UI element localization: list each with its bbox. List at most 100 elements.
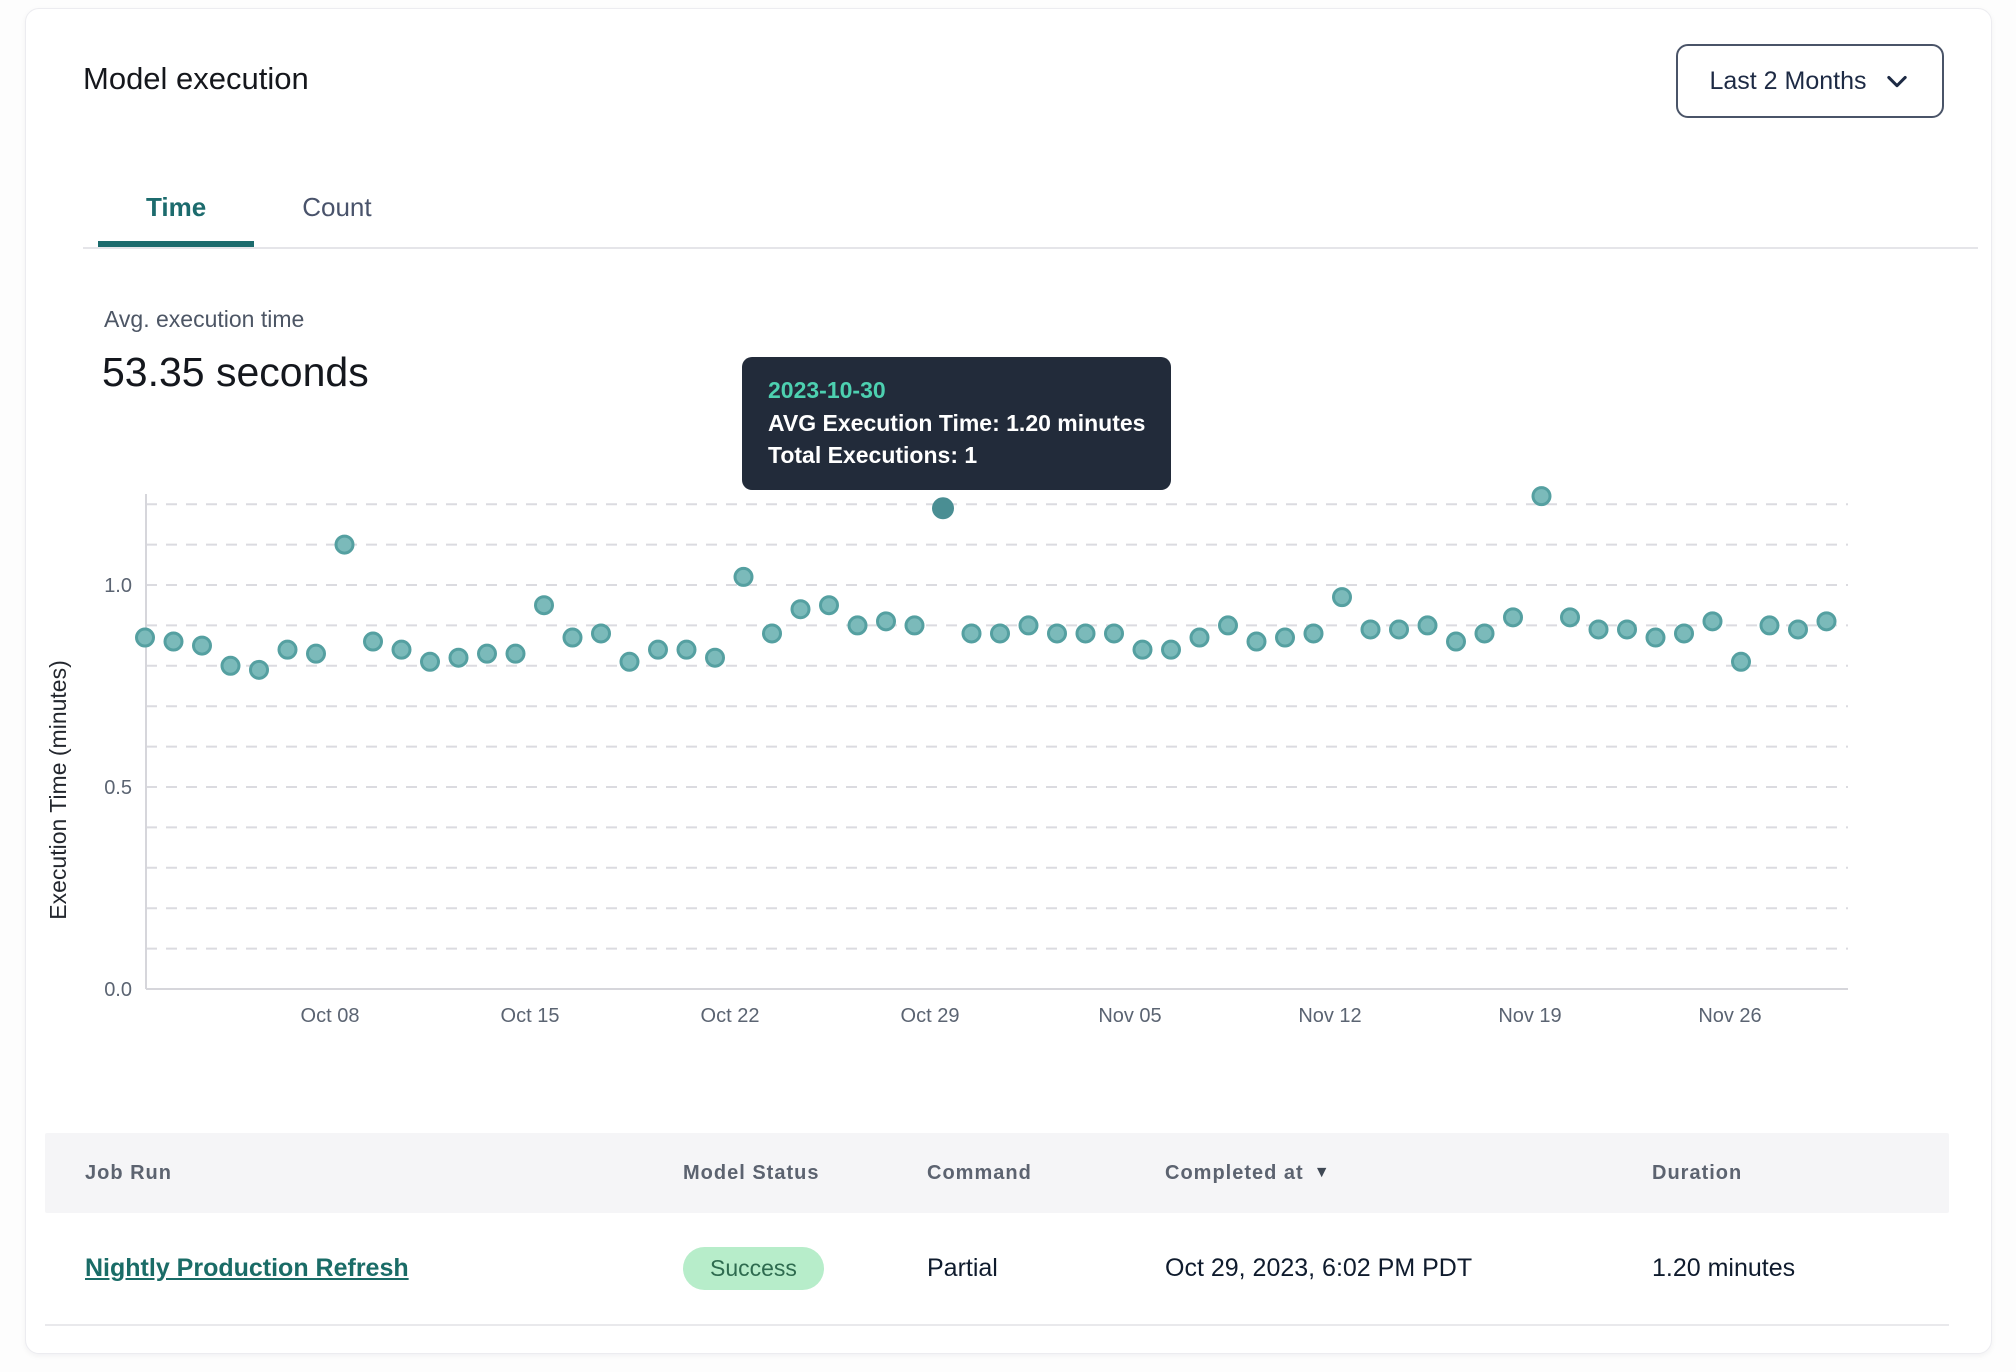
data-point[interactable] xyxy=(1049,625,1066,642)
data-point[interactable] xyxy=(593,625,610,642)
data-point[interactable] xyxy=(1533,488,1550,505)
data-point[interactable] xyxy=(764,625,781,642)
avg-execution-time-label: Avg. execution time xyxy=(104,306,304,333)
y-tick-label: 0.5 xyxy=(104,777,132,799)
data-point[interactable] xyxy=(479,645,496,662)
gridlines xyxy=(146,504,1848,948)
data-point[interactable] xyxy=(735,568,752,585)
data-point[interactable] xyxy=(1391,621,1408,638)
data-point[interactable] xyxy=(1305,625,1322,642)
axes xyxy=(146,494,1848,989)
data-point[interactable] xyxy=(536,597,553,614)
table-row: Nightly Production Refresh Success Parti… xyxy=(45,1213,1949,1326)
data-point[interactable] xyxy=(1476,625,1493,642)
data-point[interactable] xyxy=(906,617,923,634)
data-point[interactable] xyxy=(165,633,182,650)
y-axis-title: Execution Time (minutes) xyxy=(45,660,71,919)
tooltip-total-line: Total Executions: 1 xyxy=(768,439,1145,471)
date-range-dropdown[interactable]: Last 2 Months xyxy=(1676,44,1944,118)
column-header-duration[interactable]: Duration xyxy=(1652,1162,1949,1185)
data-point-selected[interactable] xyxy=(934,499,953,518)
data-point[interactable] xyxy=(963,625,980,642)
data-point[interactable] xyxy=(1334,589,1351,606)
tooltip-avg-line: AVG Execution Time: 1.20 minutes xyxy=(768,407,1145,439)
tab-count[interactable]: Count xyxy=(254,167,419,247)
command-cell: Partial xyxy=(927,1254,1165,1283)
data-point[interactable] xyxy=(1676,625,1693,642)
data-point[interactable] xyxy=(1818,613,1835,630)
data-point[interactable] xyxy=(792,601,809,618)
data-point[interactable] xyxy=(1790,621,1807,638)
column-header-command[interactable]: Command xyxy=(927,1162,1165,1185)
data-point[interactable] xyxy=(992,625,1009,642)
data-point[interactable] xyxy=(194,637,211,654)
scatter-points xyxy=(137,488,1836,679)
x-tick-label: Oct 22 xyxy=(701,1005,760,1027)
data-point[interactable] xyxy=(1647,629,1664,646)
data-point[interactable] xyxy=(1220,617,1237,634)
data-point[interactable] xyxy=(1163,641,1180,658)
data-point[interactable] xyxy=(678,641,695,658)
x-tick-label: Nov 12 xyxy=(1298,1005,1361,1027)
data-point[interactable] xyxy=(222,657,239,674)
table-header: Job Run Model Status Command Completed a… xyxy=(45,1133,1949,1213)
x-tick-label: Oct 08 xyxy=(301,1005,360,1027)
data-point[interactable] xyxy=(564,629,581,646)
column-header-job-run[interactable]: Job Run xyxy=(85,1162,683,1185)
completed-at-cell: Oct 29, 2023, 6:02 PM PDT xyxy=(1165,1254,1652,1283)
data-point[interactable] xyxy=(393,641,410,658)
data-point[interactable] xyxy=(1704,613,1721,630)
data-point[interactable] xyxy=(1761,617,1778,634)
data-point[interactable] xyxy=(1248,633,1265,650)
job-run-link[interactable]: Nightly Production Refresh xyxy=(85,1254,409,1282)
data-point[interactable] xyxy=(1106,625,1123,642)
data-point[interactable] xyxy=(1191,629,1208,646)
data-point[interactable] xyxy=(849,617,866,634)
data-point[interactable] xyxy=(1619,621,1636,638)
x-tick-label: Nov 19 xyxy=(1498,1005,1561,1027)
page-title: Model execution xyxy=(83,61,309,97)
data-point[interactable] xyxy=(821,597,838,614)
data-point[interactable] xyxy=(450,649,467,666)
data-point[interactable] xyxy=(1505,609,1522,626)
data-point[interactable] xyxy=(137,629,154,646)
data-point[interactable] xyxy=(1733,653,1750,670)
y-tick-label: 1.0 xyxy=(104,575,132,597)
x-tick-label: Nov 05 xyxy=(1098,1005,1161,1027)
sort-desc-icon: ▼ xyxy=(1314,1164,1331,1182)
data-point[interactable] xyxy=(707,649,724,666)
chart-tooltip: 2023-10-30 AVG Execution Time: 1.20 minu… xyxy=(742,357,1171,490)
x-tick-label: Oct 29 xyxy=(901,1005,960,1027)
data-point[interactable] xyxy=(308,645,325,662)
data-point[interactable] xyxy=(279,641,296,658)
data-point[interactable] xyxy=(1277,629,1294,646)
data-point[interactable] xyxy=(1419,617,1436,634)
x-tick-label: Oct 15 xyxy=(501,1005,560,1027)
data-point[interactable] xyxy=(1590,621,1607,638)
data-point[interactable] xyxy=(1077,625,1094,642)
status-badge: Success xyxy=(683,1247,824,1290)
column-header-model-status[interactable]: Model Status xyxy=(683,1162,927,1185)
x-tick-label: Nov 26 xyxy=(1698,1005,1761,1027)
avg-execution-time-value: 53.35 seconds xyxy=(102,349,369,396)
data-point[interactable] xyxy=(650,641,667,658)
data-point[interactable] xyxy=(1134,641,1151,658)
execution-time-scatter-chart: 0.0 0.5 1.0 Execution Time (minutes) Oct 08 O… xyxy=(0,430,2016,1070)
data-point[interactable] xyxy=(336,536,353,553)
chevron-down-icon xyxy=(1883,67,1911,95)
tab-time[interactable]: Time xyxy=(98,167,254,247)
data-point[interactable] xyxy=(1362,621,1379,638)
y-tick-label: 0.0 xyxy=(104,979,132,1001)
duration-cell: 1.20 minutes xyxy=(1652,1254,1949,1283)
tooltip-date: 2023-10-30 xyxy=(768,374,1145,407)
data-point[interactable] xyxy=(365,633,382,650)
data-point[interactable] xyxy=(878,613,895,630)
data-point[interactable] xyxy=(1448,633,1465,650)
data-point[interactable] xyxy=(621,653,638,670)
column-header-completed-at[interactable]: Completed at ▼ xyxy=(1165,1162,1652,1185)
data-point[interactable] xyxy=(1020,617,1037,634)
data-point[interactable] xyxy=(251,661,268,678)
data-point[interactable] xyxy=(507,645,524,662)
data-point[interactable] xyxy=(422,653,439,670)
data-point[interactable] xyxy=(1562,609,1579,626)
